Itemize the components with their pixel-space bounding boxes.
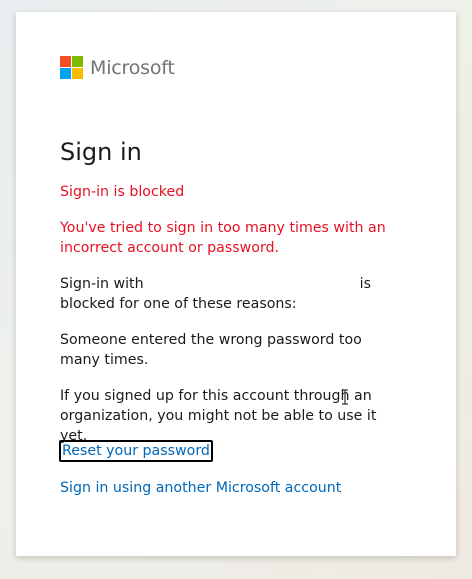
- logo-square-yellow: [72, 68, 83, 79]
- blocked-is: is: [359, 276, 371, 292]
- error-heading: Sign-in is blocked: [60, 184, 185, 200]
- logo-square-green: [72, 56, 83, 67]
- error-message: You've tried to sign in too many times w…: [60, 220, 386, 256]
- logo-square-blue: [60, 68, 71, 79]
- reason-wrong-password: Someone entered the wrong password too m…: [60, 332, 362, 368]
- reset-password-link[interactable]: Reset your password: [59, 440, 213, 462]
- microsoft-logo-icon: [60, 56, 83, 79]
- signin-card: Microsoft Sign in Sign-in is blocked You…: [16, 12, 456, 556]
- blocked-prefix: Sign-in with: [60, 276, 144, 292]
- blocked-reasons-intro: blocked for one of these reasons:: [60, 296, 297, 312]
- microsoft-logo: Microsoft: [60, 56, 175, 79]
- other-account-link[interactable]: Sign in using another Microsoft account: [60, 478, 341, 498]
- reason-organization: If you signed up for this account throug…: [60, 388, 377, 444]
- logo-square-red: [60, 56, 71, 67]
- blocked-account-text: Sign-in with is blocked for one of these…: [60, 274, 400, 314]
- text-cursor-icon: [342, 389, 348, 405]
- brand-name: Microsoft: [90, 56, 175, 79]
- page-title: Sign in: [60, 138, 142, 166]
